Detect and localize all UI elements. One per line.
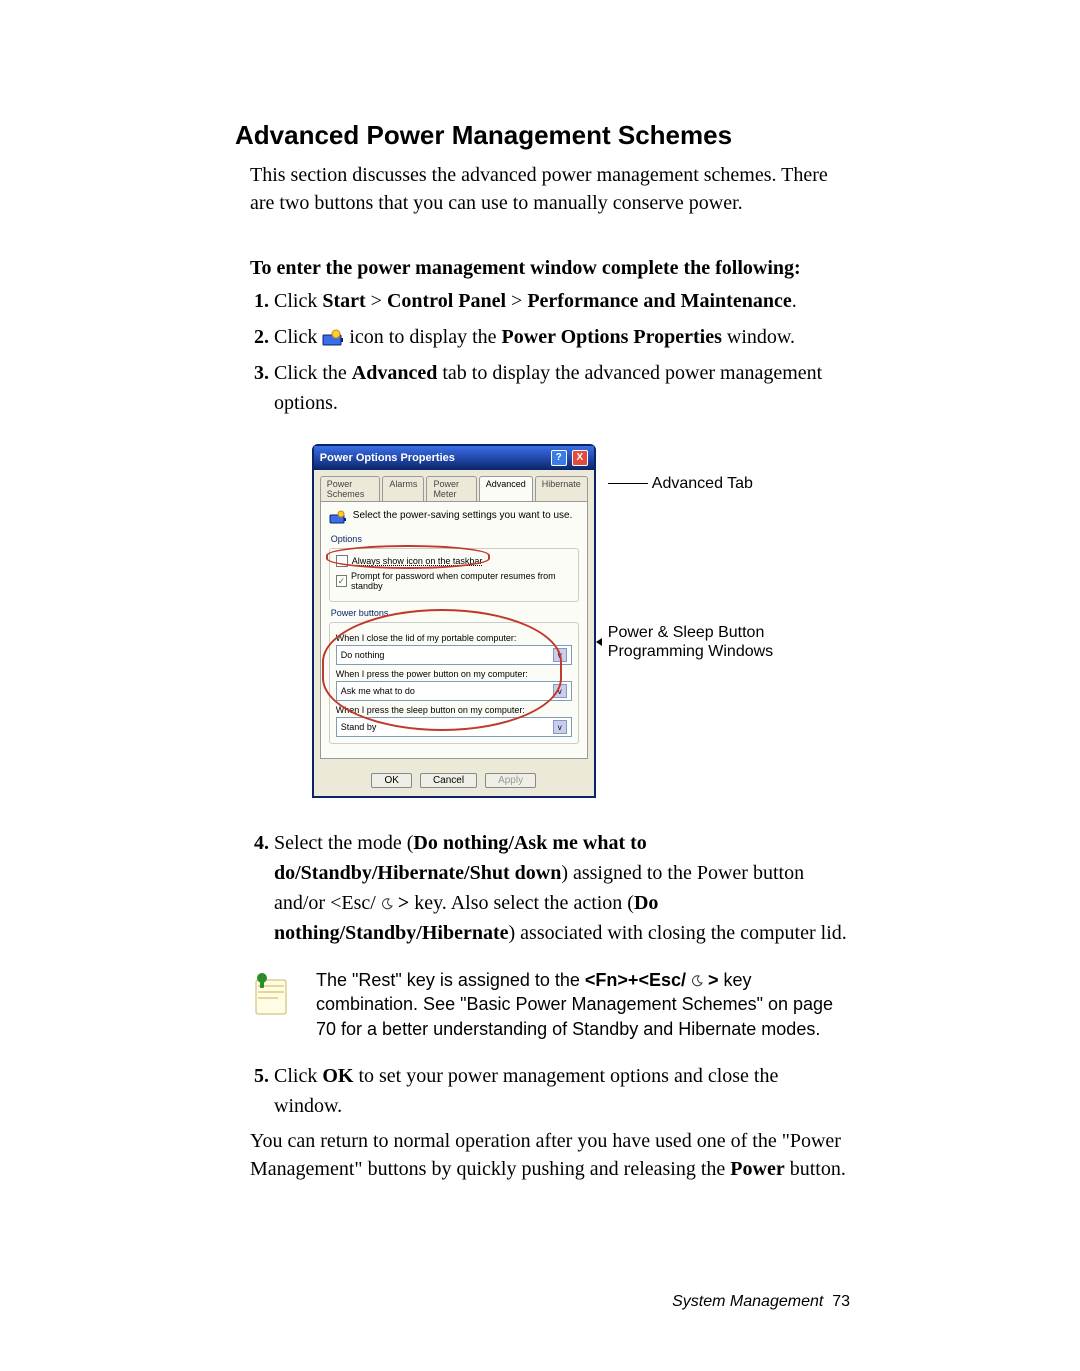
procedure-list-continued: Select the mode (Do nothing/Ask me what … — [250, 828, 850, 948]
step-3: Click the Advanced tab to display the ad… — [274, 358, 850, 418]
close-button[interactable]: X — [572, 450, 588, 466]
tab-hibernate[interactable]: Hibernate — [535, 476, 588, 501]
tab-advanced[interactable]: Advanced — [479, 476, 533, 501]
close-lid-dropdown[interactable]: Do nothingv — [336, 645, 572, 665]
pane-description: Select the power-saving settings you wan… — [353, 510, 573, 521]
close-lid-label: When I close the lid of my portable comp… — [336, 633, 572, 643]
step-5: Click OK to set your power management op… — [274, 1061, 850, 1121]
callout-annotations: Advanced Tab Power & Sleep Button Progra… — [608, 444, 773, 662]
procedure-heading: To enter the power management window com… — [250, 257, 850, 280]
dialog-title: Power Options Properties — [320, 452, 455, 464]
cancel-button[interactable]: Cancel — [420, 773, 477, 788]
dialog-titlebar: Power Options Properties ? X — [314, 446, 594, 470]
tab-power-meter[interactable]: Power Meter — [426, 476, 476, 501]
help-button[interactable]: ? — [551, 450, 567, 466]
moon-icon — [691, 970, 703, 990]
power-button-dropdown[interactable]: Ask me what to dov — [336, 681, 572, 701]
password-resume-label: Prompt for password when computer resume… — [351, 571, 572, 591]
step-1: Click Start > Control Panel > Performanc… — [274, 286, 850, 316]
note-pin-icon — [250, 968, 292, 1018]
taskbar-icon-checkbox[interactable] — [336, 555, 348, 567]
procedure-list-continued-2: Click OK to set your power management op… — [250, 1061, 850, 1121]
power-button-label: When I press the power button on my comp… — [336, 669, 572, 679]
power-options-icon — [322, 329, 344, 347]
callout-power-sleep-2: Programming Windows — [608, 642, 773, 661]
step-2: Click icon to display the Power Options … — [274, 322, 850, 352]
callout-power-sleep-1: Power & Sleep Button — [608, 623, 773, 642]
chevron-down-icon: v — [553, 648, 567, 662]
options-fieldset: Always show icon on the taskbar ✓ Prompt… — [329, 548, 579, 602]
sleep-button-label: When I press the sleep button on my comp… — [336, 705, 572, 715]
power-options-dialog: Power Options Properties ? X Power Schem… — [312, 444, 596, 798]
screenshot-figure: Power Options Properties ? X Power Schem… — [235, 444, 850, 798]
tab-content-advanced: Select the power-saving settings you wan… — [320, 501, 588, 759]
page-footer: System Management 73 — [235, 1293, 850, 1311]
intro-paragraph: This section discusses the advanced powe… — [250, 161, 850, 217]
procedure-list: Click Start > Control Panel > Performanc… — [250, 286, 850, 418]
callout-advanced-tab: Advanced Tab — [652, 474, 753, 493]
chevron-down-icon: v — [553, 720, 567, 734]
options-group-label: Options — [331, 534, 579, 544]
sleep-button-dropdown[interactable]: Stand byv — [336, 717, 572, 737]
dialog-button-row: OK Cancel Apply — [314, 765, 594, 796]
tab-alarms[interactable]: Alarms — [382, 476, 424, 501]
apply-button[interactable]: Apply — [485, 773, 536, 788]
page-title: Advanced Power Management Schemes — [235, 120, 850, 151]
step-4: Select the mode (Do nothing/Ask me what … — [274, 828, 850, 948]
note-block: The "Rest" key is assigned to the <Fn>+<… — [250, 968, 850, 1041]
note-text: The "Rest" key is assigned to the <Fn>+<… — [316, 968, 850, 1041]
power-buttons-group-label: Power buttons — [331, 608, 579, 618]
taskbar-icon-label: Always show icon on the taskbar — [352, 556, 483, 566]
closing-paragraph: You can return to normal operation after… — [250, 1127, 850, 1183]
battery-gauge-icon — [329, 510, 347, 526]
tab-power-schemes[interactable]: Power Schemes — [320, 476, 381, 501]
ok-button[interactable]: OK — [371, 773, 411, 788]
tab-strip: Power Schemes Alarms Power Meter Advance… — [314, 470, 594, 501]
moon-icon — [381, 892, 393, 914]
password-resume-checkbox[interactable]: ✓ — [336, 575, 347, 587]
chevron-down-icon: v — [553, 684, 567, 698]
power-buttons-fieldset: When I close the lid of my portable comp… — [329, 622, 579, 744]
